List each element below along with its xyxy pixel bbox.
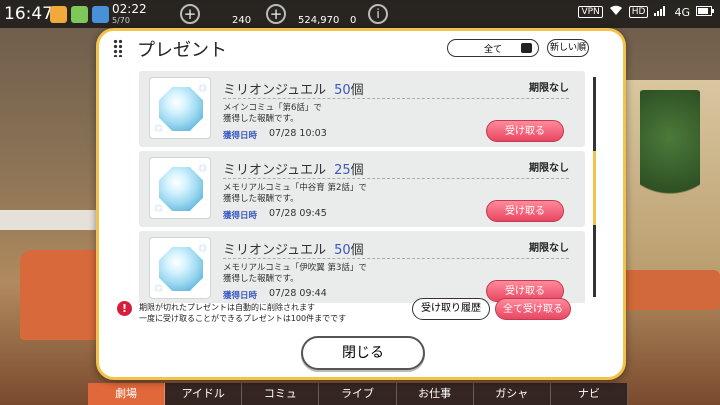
sparkle-icon: ✦ [154, 202, 164, 215]
item-name-text: ミリオンジュエル [223, 83, 327, 98]
close-button[interactable]: 閉じる [301, 336, 425, 370]
item-name: ミリオンジュエル 50個 [223, 239, 364, 258]
present-item: ✦ ✦ ミリオンジュエル 25個 期限なし メモリアルコミュ「中谷育 第2話」で … [139, 151, 585, 227]
item-count: 25 [334, 163, 351, 178]
item-expiry: 期限なし [529, 163, 569, 174]
description-line: メモリアルコミュ「伊吹翼 第3話」で [223, 263, 367, 273]
item-description: メインコミュ「第6話」で 獲得した報酬です。 [223, 103, 423, 125]
background-plant [640, 90, 700, 210]
grip-icon [113, 39, 123, 57]
wifi-icon [609, 5, 623, 19]
notice-line: 一度に受け取ることができるプレゼントは100件までです [139, 314, 347, 323]
battery-icon [696, 5, 714, 19]
received-date: 07/28 10:03 [269, 128, 327, 139]
item-count: 50 [334, 83, 351, 98]
received-label: 獲得日時 [223, 131, 258, 141]
info-icon[interactable]: i [368, 4, 388, 24]
receive-button[interactable]: 受け取る [486, 120, 564, 142]
item-description: メモリアルコミュ「中谷育 第2話」で 獲得した報酬です。 [223, 183, 423, 205]
app-icon [50, 5, 67, 23]
item-expiry: 期限なし [529, 243, 569, 254]
game-timer: 02:22 5/70 [112, 2, 147, 25]
item-unit: 個 [350, 83, 364, 98]
network-indicator: 4G [674, 5, 690, 19]
present-list[interactable]: ✦ ✦ ミリオンジュエル 50個 期限なし メインコミュ「第6話」で 獲得した報酬… [139, 71, 585, 303]
warning-icon: ! [117, 301, 132, 316]
divider [223, 178, 569, 179]
app-icon [92, 5, 109, 23]
filter-value: 全て [483, 44, 502, 55]
background-table [620, 270, 720, 310]
item-thumbnail: ✦ ✦ [149, 77, 211, 139]
item-thumbnail: ✦ ✦ [149, 237, 211, 299]
jewel-icon [159, 167, 203, 211]
item-name-text: ミリオンジュエル [223, 243, 327, 258]
divider [223, 258, 569, 259]
nav-gacha[interactable]: ガシャ [474, 383, 551, 405]
dialog-title: プレゼント [137, 40, 227, 61]
nav-navi[interactable]: ナビ [551, 383, 628, 405]
sparkle-icon: ✦ [198, 242, 208, 255]
item-name-text: ミリオンジュエル [223, 163, 327, 178]
filter-select[interactable]: 全て [447, 39, 539, 57]
item-name: ミリオンジュエル 50個 [223, 79, 364, 98]
item-unit: 個 [350, 243, 364, 258]
notice-text: 期限が切れたプレゼントは自動的に削除されます 一度に受け取ることができるプレゼン… [139, 302, 346, 324]
jewel-icon [159, 87, 203, 131]
filter-icon [521, 43, 532, 53]
item-description: メモリアルコミュ「伊吹翼 第3話」で 獲得した報酬です。 [223, 263, 423, 285]
description-line: 獲得した報酬です。 [223, 274, 299, 284]
present-item: ✦ ✦ ミリオンジュエル 50個 期限なし メモリアルコミュ「伊吹翼 第3話」で … [139, 231, 585, 303]
add-currency-button[interactable]: + [266, 4, 286, 24]
sort-button[interactable]: 新しい順 [547, 39, 589, 57]
currency-a-value: 240 [232, 15, 252, 26]
status-bar: 16:47 02:22 5/70 + 240 + 524,970 0 i VPN… [0, 0, 720, 28]
nav-idol[interactable]: アイドル [165, 383, 243, 405]
add-stamina-button[interactable]: + [180, 4, 200, 24]
jewel-icon [159, 247, 203, 291]
sparkle-icon: ✦ [154, 122, 164, 135]
bottom-nav: 劇場 アイドル コミュ ライブ お仕事 ガシャ ナビ [88, 383, 628, 405]
sparkle-icon: ✦ [198, 82, 208, 95]
received-date: 07/28 09:45 [269, 208, 327, 219]
system-indicators: VPN HD 4G [578, 5, 714, 19]
history-button[interactable]: 受け取り履歴 [412, 298, 490, 320]
signal-icon [654, 5, 668, 19]
present-dialog: プレゼント 全て 新しい順 ✦ ✦ ミリオンジュエル 50個 期限なし メインコミ… [96, 28, 626, 380]
sparkle-icon: ✦ [154, 282, 164, 295]
background-desk [0, 210, 100, 230]
item-expiry: 期限なし [529, 83, 569, 94]
received-label: 獲得日時 [223, 211, 258, 221]
clock: 16:47 [4, 4, 53, 24]
dialog-header: プレゼント 全て 新しい順 [99, 31, 623, 65]
hd-indicator: HD [628, 6, 649, 18]
description-line: 獲得した報酬です。 [223, 114, 299, 124]
currency-c-value: 0 [350, 15, 357, 26]
description-line: 獲得した報酬です。 [223, 194, 299, 204]
scrollbar-thumb[interactable] [593, 151, 596, 225]
item-name: ミリオンジュエル 25個 [223, 159, 364, 178]
sparkle-icon: ✦ [198, 162, 208, 175]
description-line: メモリアルコミュ「中谷育 第2話」で [223, 183, 367, 193]
vpn-indicator: VPN [578, 6, 603, 18]
item-count: 50 [334, 243, 351, 258]
divider [223, 98, 569, 99]
receive-button[interactable]: 受け取る [486, 200, 564, 222]
received-label: 獲得日時 [223, 291, 258, 301]
nav-work[interactable]: お仕事 [397, 383, 474, 405]
item-thumbnail: ✦ ✦ [149, 157, 211, 219]
nav-theater[interactable]: 劇場 [88, 383, 166, 405]
currency-b-value: 524,970 [298, 15, 340, 26]
description-line: メインコミュ「第6話」で [223, 103, 322, 113]
nav-live[interactable]: ライブ [319, 383, 397, 405]
nav-commu[interactable]: コミュ [242, 383, 320, 405]
receive-all-button[interactable]: 全て受け取る [495, 298, 571, 320]
notice-line: 期限が切れたプレゼントは自動的に削除されます [139, 303, 315, 312]
app-icon [71, 5, 88, 23]
present-item: ✦ ✦ ミリオンジュエル 50個 期限なし メインコミュ「第6話」で 獲得した報酬… [139, 71, 585, 147]
received-date: 07/28 09:44 [269, 288, 327, 299]
item-unit: 個 [350, 163, 364, 178]
